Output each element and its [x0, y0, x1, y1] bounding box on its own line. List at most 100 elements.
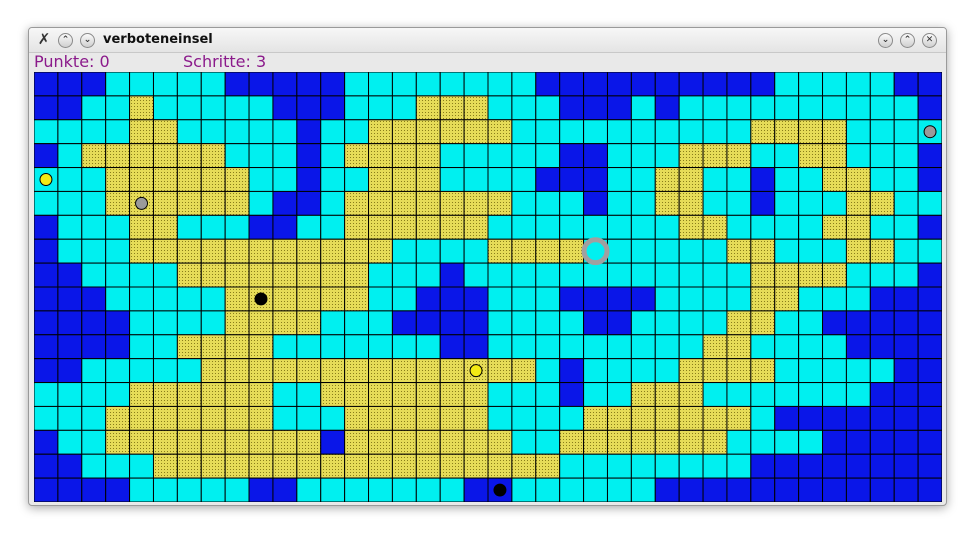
title-bar[interactable]: ✗ ⌃ ⌄ verboteneinsel ⌄ ⌃ ✕	[29, 28, 946, 53]
tile-shallow-water[interactable]	[320, 167, 346, 192]
tile-shallow-water[interactable]	[415, 72, 441, 97]
tile-land[interactable]	[726, 143, 752, 169]
tile-deep-water[interactable]	[296, 72, 322, 97]
tile-land[interactable]	[726, 334, 752, 360]
tile-shallow-water[interactable]	[368, 310, 393, 336]
tile-shallow-water[interactable]	[845, 286, 871, 312]
tile-shallow-water[interactable]	[893, 119, 919, 145]
tile-land[interactable]	[487, 358, 513, 384]
tile-land[interactable]	[296, 358, 322, 384]
tile-shallow-water[interactable]	[487, 382, 513, 407]
tile-deep-water[interactable]	[750, 477, 776, 502]
tile-deep-water[interactable]	[81, 477, 107, 502]
tile-shallow-water[interactable]	[726, 429, 752, 455]
tile-land[interactable]	[105, 190, 131, 216]
tile-deep-water[interactable]	[774, 453, 800, 479]
tile-shallow-water[interactable]	[702, 238, 728, 264]
tile-land[interactable]	[272, 310, 298, 336]
tile-shallow-water[interactable]	[129, 286, 154, 312]
tile-shallow-water[interactable]	[845, 262, 871, 288]
tile-land[interactable]	[439, 429, 465, 455]
tile-shallow-water[interactable]	[583, 477, 608, 502]
tile-shallow-water[interactable]	[391, 334, 417, 360]
tile-shallow-water[interactable]	[152, 477, 178, 502]
tile-land[interactable]	[415, 190, 441, 216]
tile-shallow-water[interactable]	[869, 358, 895, 384]
tile-land[interactable]	[224, 453, 250, 479]
tile-deep-water[interactable]	[845, 429, 871, 455]
tile-shallow-water[interactable]	[200, 286, 226, 312]
tile-shallow-water[interactable]	[630, 477, 656, 502]
tile-shallow-water[interactable]	[798, 72, 824, 97]
tile-land[interactable]	[559, 238, 585, 264]
tile-land[interactable]	[344, 214, 370, 240]
tile-deep-water[interactable]	[798, 453, 824, 479]
tile-deep-water[interactable]	[583, 310, 608, 336]
tile-shallow-water[interactable]	[57, 119, 83, 145]
tile-land[interactable]	[511, 453, 537, 479]
tile-land[interactable]	[368, 190, 393, 216]
tile-shallow-water[interactable]	[176, 214, 202, 240]
tile-deep-water[interactable]	[893, 72, 919, 97]
tile-shallow-water[interactable]	[487, 214, 513, 240]
tile-deep-water[interactable]	[415, 310, 441, 336]
tile-land[interactable]	[200, 429, 226, 455]
tile-land[interactable]	[654, 167, 680, 192]
tile-shallow-water[interactable]	[176, 310, 202, 336]
tile-shallow-water[interactable]	[630, 214, 656, 240]
tile-land[interactable]	[654, 429, 680, 455]
tile-land[interactable]	[391, 214, 417, 240]
tile-shallow-water[interactable]	[176, 72, 202, 97]
tile-deep-water[interactable]	[845, 334, 871, 360]
tile-shallow-water[interactable]	[391, 238, 417, 264]
tile-shallow-water[interactable]	[845, 143, 871, 169]
tile-deep-water[interactable]	[774, 477, 800, 502]
tile-shallow-water[interactable]	[415, 238, 441, 264]
tile-land[interactable]	[368, 382, 393, 407]
tile-land[interactable]	[368, 214, 393, 240]
tile-deep-water[interactable]	[535, 167, 561, 192]
tile-land[interactable]	[487, 429, 513, 455]
tile-shallow-water[interactable]	[630, 262, 656, 288]
tile-shallow-water[interactable]	[798, 190, 824, 216]
tile-deep-water[interactable]	[822, 405, 847, 431]
tile-shallow-water[interactable]	[630, 95, 656, 121]
tile-shallow-water[interactable]	[654, 453, 680, 479]
tile-deep-water[interactable]	[224, 72, 250, 97]
tile-land[interactable]	[822, 119, 847, 145]
tile-deep-water[interactable]	[57, 286, 83, 312]
tile-land[interactable]	[272, 238, 298, 264]
tile-shallow-water[interactable]	[678, 310, 704, 336]
tile-shallow-water[interactable]	[344, 167, 370, 192]
tile-deep-water[interactable]	[57, 72, 83, 97]
tile-shallow-water[interactable]	[583, 382, 608, 407]
tile-deep-water[interactable]	[917, 310, 942, 336]
tile-shallow-water[interactable]	[702, 310, 728, 336]
tile-land[interactable]	[248, 382, 274, 407]
tile-land[interactable]	[272, 358, 298, 384]
tile-shallow-water[interactable]	[487, 310, 513, 336]
tile-deep-water[interactable]	[750, 72, 776, 97]
tile-shallow-water[interactable]	[224, 477, 250, 502]
tile-deep-water[interactable]	[81, 334, 107, 360]
tile-shallow-water[interactable]	[511, 405, 537, 431]
tile-shallow-water[interactable]	[105, 119, 131, 145]
tile-land[interactable]	[176, 382, 202, 407]
tile-land[interactable]	[654, 405, 680, 431]
tile-shallow-water[interactable]	[487, 262, 513, 288]
tile-shallow-water[interactable]	[296, 214, 322, 240]
tile-shallow-water[interactable]	[105, 262, 131, 288]
tile-deep-water[interactable]	[702, 477, 728, 502]
tile-shallow-water[interactable]	[511, 262, 537, 288]
tile-shallow-water[interactable]	[726, 167, 752, 192]
tile-land[interactable]	[152, 190, 178, 216]
tile-deep-water[interactable]	[296, 119, 322, 145]
tile-shallow-water[interactable]	[559, 310, 585, 336]
tile-land[interactable]	[463, 405, 489, 431]
tile-deep-water[interactable]	[272, 72, 298, 97]
tile-shallow-water[interactable]	[606, 238, 632, 264]
tile-shallow-water[interactable]	[822, 334, 847, 360]
tile-shallow-water[interactable]	[511, 119, 537, 145]
tile-land[interactable]	[200, 334, 226, 360]
tile-shallow-water[interactable]	[535, 358, 561, 384]
